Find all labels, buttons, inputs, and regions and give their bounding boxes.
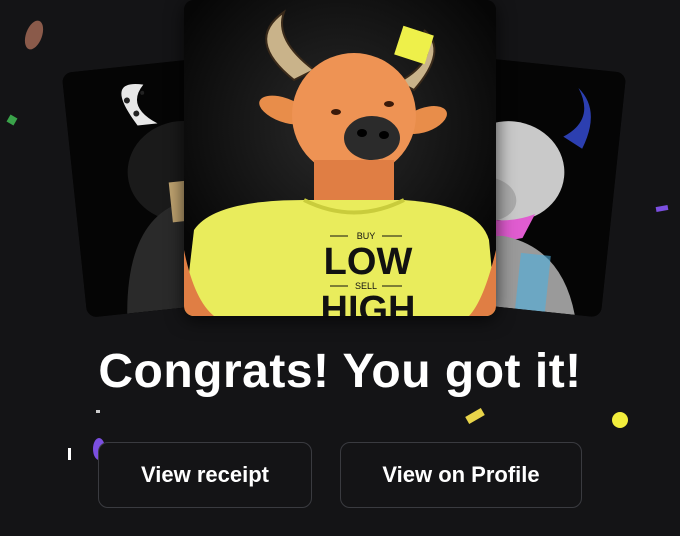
nft-card-main[interactable]: BUY LOW SELL HIGH — [184, 0, 496, 316]
confetti-piece — [6, 114, 18, 126]
confetti-piece — [96, 410, 100, 413]
confetti-piece — [465, 408, 485, 424]
bull-buy-low-sell-high-image: BUY LOW SELL HIGH — [184, 0, 496, 316]
confetti-piece — [612, 412, 628, 428]
success-headline: Congrats! You got it! — [98, 345, 582, 398]
shirt-text-buy: BUY — [357, 231, 376, 241]
shirt-text-low: LOW — [324, 241, 413, 283]
view-receipt-button[interactable]: View receipt — [98, 442, 312, 508]
shirt-text-high: HIGH — [321, 289, 416, 316]
confetti-piece — [68, 448, 71, 460]
confetti-piece — [21, 18, 47, 52]
view-on-profile-button[interactable]: View on Profile — [340, 442, 582, 508]
confetti-piece — [655, 204, 669, 213]
